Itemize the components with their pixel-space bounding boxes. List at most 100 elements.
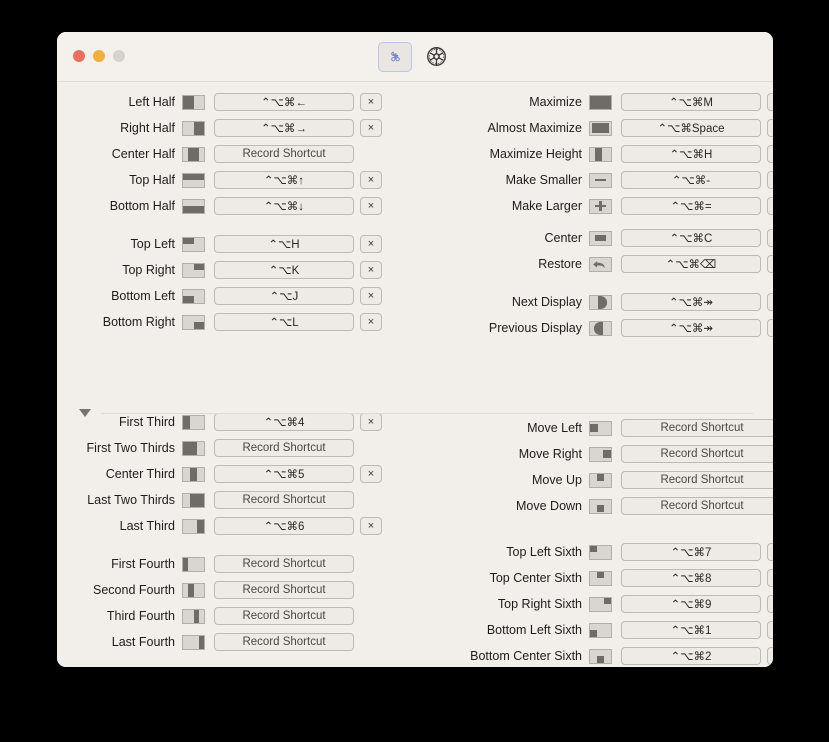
clear-shortcut-button[interactable]: ×	[767, 621, 773, 639]
shortcut-row-label: Bottom Left	[111, 289, 175, 303]
shortcut-field[interactable]: ⌃⌥⌘7	[621, 543, 761, 561]
clear-shortcut-button[interactable]: ×	[360, 119, 382, 137]
clear-shortcut-button[interactable]: ×	[767, 171, 773, 189]
shortcut-row-label: Center Half	[111, 147, 175, 161]
shortcut-row-label: Third Fourth	[106, 609, 175, 623]
title-bar	[57, 32, 773, 82]
shortcut-field[interactable]: ⌃⌥⌘6	[214, 517, 354, 535]
shortcut-field[interactable]: ⌃⌥⌘H	[621, 145, 761, 163]
shortcut-field[interactable]: ⌃⌥⌘→	[214, 119, 354, 137]
shortcut-row: Previous Display ⌃⌥⌘↠ ×	[443, 318, 773, 338]
tab-settings[interactable]	[420, 43, 452, 71]
shortcut-row-label: Bottom Right	[102, 315, 175, 329]
shortcut-field[interactable]: ⌃⌥⌘=	[621, 197, 761, 215]
clear-shortcut-button[interactable]: ×	[767, 119, 773, 137]
shortcut-field[interactable]: ⌃⌥⌘-	[621, 171, 761, 189]
record-shortcut-button[interactable]: Record Shortcut	[214, 581, 354, 599]
bottom-left-sixth-icon	[589, 622, 612, 638]
clear-shortcut-button[interactable]: ×	[767, 293, 773, 311]
clear-shortcut-button[interactable]: ×	[767, 647, 773, 665]
move-up-icon	[589, 472, 612, 488]
bottom-center-sixth-icon	[589, 648, 612, 664]
shortcut-field[interactable]: ⌃⌥⌘2	[621, 647, 761, 665]
disclosure-triangle-icon[interactable]	[79, 409, 91, 417]
shortcut-field[interactable]: ⌃⌥⌘C	[621, 229, 761, 247]
clear-shortcut-button[interactable]: ×	[360, 235, 382, 253]
clear-shortcut-button[interactable]: ×	[767, 543, 773, 561]
shortcut-row: Bottom Left ⌃⌥J ×	[57, 286, 443, 306]
record-shortcut-button[interactable]: Record Shortcut	[214, 491, 354, 509]
divider-line	[101, 412, 753, 414]
clear-shortcut-button[interactable]: ×	[360, 313, 382, 331]
shortcut-row: Third Fourth Record Shortcut	[57, 606, 443, 626]
shortcut-field[interactable]: ⌃⌥⌘1	[621, 621, 761, 639]
shortcut-field[interactable]: ⌃⌥⌘↑	[214, 171, 354, 189]
center-half-icon	[182, 146, 205, 162]
shortcut-field[interactable]: ⌃⌥⌘5	[214, 465, 354, 483]
shortcut-field[interactable]: ⌃⌥⌘9	[621, 595, 761, 613]
shortcut-field[interactable]: ⌃⌥⌘←	[214, 93, 354, 111]
clear-shortcut-button[interactable]: ×	[360, 465, 382, 483]
shortcut-field[interactable]: ⌃⌥⌘8	[621, 569, 761, 587]
clear-shortcut-button[interactable]: ×	[767, 255, 773, 273]
shortcut-row: Top Left ⌃⌥H ×	[57, 234, 443, 254]
shortcut-row: Top Right ⌃⌥K ×	[57, 260, 443, 280]
shortcut-field[interactable]: ⌃⌥⌘↠	[621, 293, 761, 311]
clear-shortcut-button[interactable]: ×	[767, 319, 773, 337]
last-fourth-icon	[182, 634, 205, 650]
section-divider[interactable]	[57, 402, 773, 424]
record-shortcut-button[interactable]: Record Shortcut	[214, 555, 354, 573]
first-two-thirds-icon	[182, 440, 205, 456]
clear-shortcut-button[interactable]: ×	[767, 145, 773, 163]
gear-icon	[426, 47, 446, 66]
shortcut-field[interactable]: ⌃⌥L	[214, 313, 354, 331]
clear-shortcut-button[interactable]: ×	[360, 261, 382, 279]
shortcut-row: Top Half ⌃⌥⌘↑ ×	[57, 170, 443, 190]
clear-shortcut-button[interactable]: ×	[767, 93, 773, 111]
shortcut-field[interactable]: ⌃⌥⌘↠	[621, 319, 761, 337]
record-shortcut-button[interactable]: Record Shortcut	[214, 607, 354, 625]
next-display-icon	[589, 294, 612, 310]
bottom-right-icon	[182, 314, 205, 330]
clear-shortcut-button[interactable]: ×	[767, 595, 773, 613]
shortcut-field[interactable]: ⌃⌥⌘Space	[621, 119, 761, 137]
shortcut-row-label: Last Fourth	[111, 635, 175, 649]
clear-shortcut-button[interactable]: ×	[360, 197, 382, 215]
record-shortcut-button[interactable]: Record Shortcut	[621, 471, 773, 489]
clear-shortcut-button[interactable]: ×	[360, 93, 382, 111]
record-shortcut-button[interactable]: Record Shortcut	[214, 145, 354, 163]
clear-shortcut-button[interactable]: ×	[767, 197, 773, 215]
shortcut-row: Make Larger ⌃⌥⌘= ×	[443, 196, 773, 216]
center-icon	[589, 230, 612, 246]
shortcut-field[interactable]: ⌃⌥⌘M	[621, 93, 761, 111]
shortcut-row-label: Almost Maximize	[487, 121, 582, 135]
shortcut-row: Center Half Record Shortcut	[57, 144, 443, 164]
shortcut-field[interactable]: ⌃⌥H	[214, 235, 354, 253]
shortcut-row-label: Last Third	[119, 519, 175, 533]
shortcut-row-label: Make Smaller	[505, 173, 582, 187]
shortcut-row-label: Center	[544, 231, 582, 245]
shortcut-field[interactable]: ⌃⌥K	[214, 261, 354, 279]
clear-shortcut-button[interactable]: ×	[767, 229, 773, 247]
tab-shortcuts[interactable]	[378, 41, 412, 72]
clear-shortcut-button[interactable]: ×	[360, 517, 382, 535]
shortcut-row-label: Bottom Left Sixth	[486, 623, 582, 637]
record-shortcut-button[interactable]: Record Shortcut	[214, 633, 354, 651]
record-shortcut-button[interactable]: Record Shortcut	[621, 497, 773, 515]
shortcut-field[interactable]: ⌃⌥⌘↓	[214, 197, 354, 215]
clear-shortcut-button[interactable]: ×	[767, 569, 773, 587]
clear-shortcut-button[interactable]: ×	[360, 287, 382, 305]
record-shortcut-button[interactable]: Record Shortcut	[621, 445, 773, 463]
clear-shortcut-button[interactable]: ×	[360, 171, 382, 189]
shortcut-field[interactable]: ⌃⌥J	[214, 287, 354, 305]
shortcut-row-label: Restore	[538, 257, 582, 271]
record-shortcut-button[interactable]: Record Shortcut	[214, 439, 354, 457]
shortcut-field[interactable]: ⌃⌥⌘⌫	[621, 255, 761, 273]
shortcut-row-label: Top Half	[129, 173, 175, 187]
shortcut-row: Restore ⌃⌥⌘⌫ ×	[443, 254, 773, 274]
shortcut-row-label: Top Left Sixth	[506, 545, 582, 559]
shortcut-row: Bottom Right ⌃⌥L ×	[57, 312, 443, 332]
